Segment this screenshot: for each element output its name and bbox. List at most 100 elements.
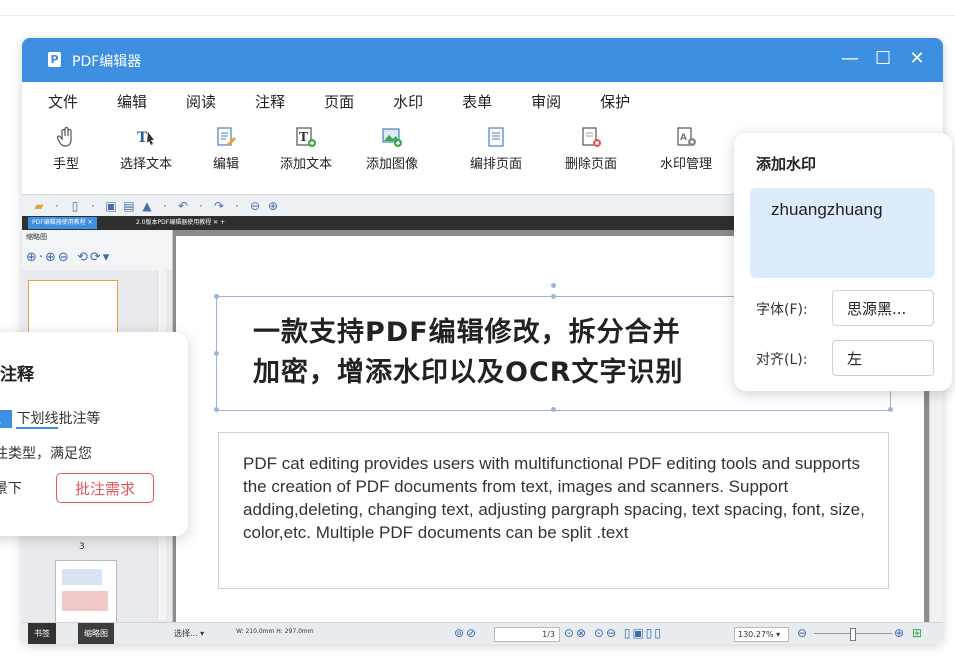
select-mode[interactable]: 选择... ▾	[174, 628, 204, 639]
menu-edit[interactable]: 编辑	[117, 91, 147, 112]
watermark-card-title: 添加水印	[756, 155, 817, 173]
close-icon[interactable]: ✕	[909, 48, 925, 69]
hand-tool-label: 手型	[52, 157, 79, 172]
app-logo-icon: P	[48, 52, 61, 67]
resize-handle[interactable]	[214, 407, 219, 412]
annotation-line-1: 亮、 下划线批注等	[0, 408, 101, 429]
svg-text:T: T	[137, 130, 148, 146]
resize-handle[interactable]	[551, 407, 556, 412]
thumbnail-header: 缩略图 ⊕·⊕⊖ ⟲⟳▾	[22, 230, 172, 270]
menu-read[interactable]: 阅读	[186, 91, 216, 112]
delete-page-button[interactable]: 删除页面	[551, 126, 631, 172]
arrange-pages-label: 编排页面	[469, 157, 522, 172]
annotation-card-title: 注释	[0, 365, 34, 385]
print-icon[interactable]: ▤	[122, 199, 136, 213]
edit-icon	[217, 127, 236, 146]
doc-tab-active[interactable]: PDF编辑器使用教程 ✕	[28, 217, 97, 229]
next-last-buttons[interactable]: ⊙⊗ ⊙⊖ ▯▣▯▯	[564, 626, 663, 640]
add-watermark-card: 添加水印 zhuangzhuang 字体(F): 思源黑... 对齐(L): 左	[734, 133, 952, 391]
select-mode-label: 选择...	[174, 629, 198, 638]
rotate-handle[interactable]	[551, 283, 556, 288]
doc-tab[interactable]: 2.0版本PDF编辑器使用教程 ✕ +	[132, 217, 229, 229]
menu-comment[interactable]: 注释	[255, 91, 285, 112]
thumbnail-page-3[interactable]	[55, 560, 117, 624]
menu-watermark[interactable]: 水印	[393, 91, 423, 112]
zoom-select[interactable]: 130.27% ▾	[734, 627, 789, 642]
add-text-icon: T	[296, 127, 316, 147]
watermark-icon: A	[677, 127, 696, 146]
thumbnail-page-number: 3	[79, 542, 85, 552]
select-text-label: 选择文本	[119, 157, 172, 172]
page-number-input[interactable]: 1/3	[494, 627, 560, 642]
watermark-text-input[interactable]: zhuangzhuang	[750, 188, 935, 278]
delete-page-icon	[582, 127, 601, 147]
doc-tab-label: 2.0版本PDF编辑器使用教程	[136, 219, 212, 226]
new-file-icon[interactable]: ▯	[68, 199, 82, 213]
menu-file[interactable]: 文件	[48, 91, 78, 112]
zoom-in-icon[interactable]: ⊕	[894, 626, 904, 640]
annotation-line-2: 批注类型，满足您	[0, 446, 92, 462]
menu-form[interactable]: 表单	[462, 91, 492, 112]
font-select[interactable]: 思源黑...	[832, 290, 934, 326]
zoom-out-icon[interactable]: ⊖	[797, 626, 807, 640]
resize-handle[interactable]	[888, 407, 893, 412]
app-title: PDF编辑器	[72, 54, 142, 70]
open-folder-icon[interactable]: ▰	[32, 199, 46, 213]
hand-tool-button[interactable]: 手型	[26, 126, 106, 172]
add-text-button[interactable]: T 添加文本	[266, 126, 346, 172]
arrange-pages-button[interactable]: 编排页面	[456, 126, 536, 172]
add-text-label: 添加文本	[279, 157, 332, 172]
annotation-line-3: 场景下	[0, 481, 22, 497]
status-bar: 书签 缩略图 选择... ▾ W: 210.0mm H: 297.0mm ⊚⊘ …	[22, 622, 943, 644]
menu-protect[interactable]: 保护	[600, 91, 630, 112]
first-prev-buttons[interactable]: ⊚⊘	[454, 626, 478, 640]
minimize-icon[interactable]: —	[841, 48, 859, 69]
font-label: 字体(F):	[756, 302, 808, 318]
bookmark-tab[interactable]: 书签	[28, 623, 56, 644]
title-bar: P PDF编辑器 — ☐ ✕	[22, 38, 943, 82]
redo-icon[interactable]: ↷	[212, 199, 226, 213]
annotation-demand-button[interactable]: 批注需求	[56, 473, 154, 503]
back-icon[interactable]: ⊖	[248, 199, 262, 213]
align-label: 对齐(L):	[756, 352, 808, 368]
watermark-manage-button[interactable]: A 水印管理	[646, 126, 726, 172]
annotation-card: 注释 亮、 下划线批注等 批注类型，满足您 场景下 批注需求	[0, 332, 188, 536]
undo-icon[interactable]: ↶	[176, 199, 190, 213]
thumbnail-tab[interactable]: 缩略图	[78, 623, 114, 644]
add-image-button[interactable]: 添加图像	[352, 126, 432, 172]
watermark-manage-label: 水印管理	[659, 157, 712, 172]
resize-handle[interactable]	[551, 294, 556, 299]
annotation-line-1-rest: 批注等	[58, 411, 101, 427]
doc-tab-label: PDF编辑器使用教程	[32, 219, 86, 226]
resize-handle[interactable]	[214, 351, 219, 356]
edit-label: 编辑	[212, 157, 239, 172]
delete-page-label: 删除页面	[564, 157, 617, 172]
fit-page-icon[interactable]: ⊞	[912, 626, 922, 640]
align-select[interactable]: 左	[832, 340, 934, 376]
thumbnail-tools[interactable]: ⊕·⊕⊖ ⟲⟳▾	[26, 250, 111, 265]
add-image-icon	[382, 128, 402, 147]
resize-handle[interactable]	[214, 294, 219, 299]
top-divider	[0, 15, 955, 16]
body-textbox[interactable]: PDF cat editing provides users with mult…	[218, 432, 889, 589]
select-text-button[interactable]: T 选择文本	[106, 126, 186, 172]
zoom-value: 130.27%	[738, 630, 774, 639]
page-size-readout: W: 210.0mm H: 297.0mm	[236, 628, 314, 635]
svg-text:T: T	[299, 130, 308, 144]
menu-review[interactable]: 审阅	[531, 91, 561, 112]
forward-icon[interactable]: ⊕	[266, 199, 280, 213]
menu-bar: 文件 编辑 阅读 注释 页面 水印 表单 审阅 保护	[22, 82, 943, 120]
scan-icon[interactable]: ▲	[140, 199, 154, 213]
maximize-icon[interactable]: ☐	[875, 48, 891, 69]
highlight-sample: 亮、	[0, 410, 12, 428]
hand-icon	[56, 126, 72, 147]
menu-page[interactable]: 页面	[324, 91, 354, 112]
edit-button[interactable]: 编辑	[186, 126, 266, 172]
zoom-slider-thumb[interactable]	[850, 628, 856, 641]
underline-sample: 下划线	[16, 411, 59, 429]
svg-text:A: A	[680, 133, 687, 143]
save-icon[interactable]: ▣	[104, 199, 118, 213]
body-text: PDF cat editing provides users with mult…	[243, 454, 865, 542]
arrange-pages-icon	[488, 127, 504, 147]
thumbnail-title: 缩略图	[26, 233, 47, 241]
